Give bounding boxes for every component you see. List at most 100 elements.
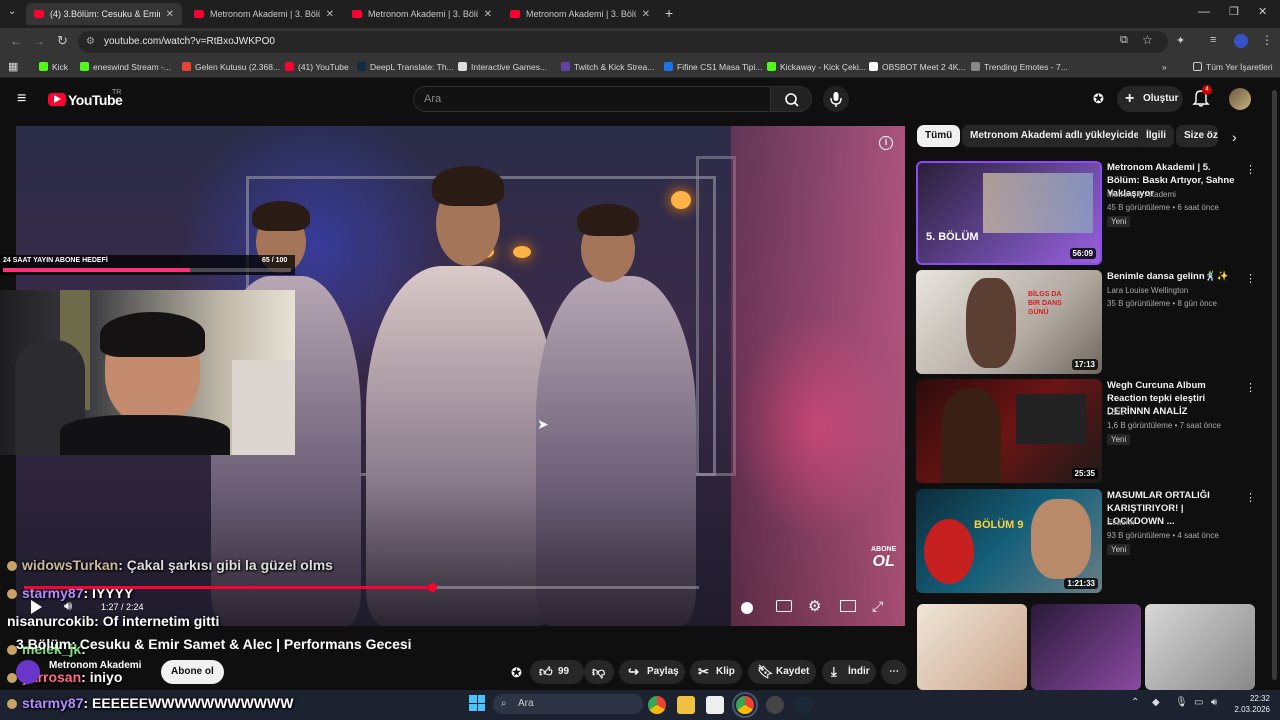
chip-related[interactable]: İlgili (1138, 125, 1174, 147)
recommended-channel[interactable]: Lubz (1107, 408, 1124, 417)
video-thumbnail[interactable]: 5. BÖLÜM 56:09 (916, 161, 1102, 265)
video-thumbnail[interactable]: BİLGS DA BİR DANS GÜNÜ 17:13 (916, 270, 1102, 374)
bookmark-star-icon[interactable]: ☆ (1142, 33, 1153, 47)
browser-menu-icon[interactable]: ⋮ (1261, 33, 1273, 47)
settings-gear-icon[interactable]: ⚙ (808, 597, 821, 615)
bookmark-kick[interactable]: Kick (39, 56, 68, 78)
more-vertical-icon[interactable]: ⋮ (1245, 491, 1256, 504)
short-thumbnail[interactable] (917, 604, 1027, 690)
new-tab-icon[interactable]: + (665, 5, 673, 21)
dislike-button[interactable]: 👎︎ (584, 660, 614, 684)
short-thumbnail[interactable] (1031, 604, 1141, 690)
bookmark-twitch-kick[interactable]: Twitch & Kick Strea... (561, 56, 654, 78)
create-button[interactable]: + Oluştur (1117, 86, 1183, 112)
url-bar[interactable]: ⚙ youtube.com/watch?v=RtBxoJWKPO0 (78, 31, 1168, 53)
tab-search-icon[interactable]: ⌄ (8, 6, 16, 17)
chrome-active-icon[interactable] (732, 692, 758, 718)
bookmark-fifine[interactable]: Fifine CS1 Masa Tipi... (664, 56, 763, 78)
close-tab-icon[interactable]: ✕ (642, 9, 650, 20)
obs-icon[interactable] (766, 696, 784, 714)
chip-all[interactable]: Tümü (917, 125, 961, 147)
account-avatar[interactable] (1229, 88, 1251, 110)
subscribe-watermark[interactable]: ABONE OL (871, 546, 896, 571)
more-actions-button[interactable]: ⋯ (881, 660, 907, 684)
subscribe-button[interactable]: Abone ol (161, 660, 224, 684)
clip-button[interactable]: ✂ Klip (690, 660, 742, 684)
video-thumbnail[interactable]: BÖLÜM 9 1:21:33 (916, 489, 1102, 593)
chevron-right-icon[interactable]: › (1232, 129, 1237, 145)
bookmark-youtube[interactable]: (41) YouTube (285, 56, 349, 78)
tray-volume-icon[interactable]: 🔊︎ (1211, 697, 1217, 708)
like-button[interactable]: 👍︎ 99 (530, 660, 584, 684)
chip-from-uploader[interactable]: Metronom Akademi adlı yükleyiciden (962, 125, 1154, 147)
more-vertical-icon[interactable]: ⋮ (1245, 163, 1256, 176)
close-tab-icon[interactable]: ✕ (326, 9, 334, 20)
share-button[interactable]: ↪ Paylaş (619, 660, 685, 684)
file-explorer-icon[interactable] (677, 696, 695, 714)
more-vertical-icon[interactable]: ⋮ (1245, 381, 1256, 394)
tab-3[interactable]: Metronom Akademi | 3. Bölüm ✕ (344, 3, 500, 25)
channel-avatar[interactable] (16, 660, 40, 684)
apps-grid-icon[interactable]: ▦ (8, 56, 18, 78)
recommended-title[interactable]: Wegh Curcuna Album Reaction tepki eleşti… (1107, 379, 1239, 418)
media-control-icon[interactable]: ≡ (1210, 34, 1216, 46)
more-vertical-icon[interactable]: ⋮ (1245, 272, 1256, 285)
taskbar-search[interactable]: ⌕ Ara (493, 694, 643, 714)
bookmark-interactive-games[interactable]: Interactive Games... (458, 56, 547, 78)
chip-for-you[interactable]: Size öze (1176, 125, 1218, 147)
bookmark-eneswind[interactable]: eneswind Stream -... (80, 56, 171, 78)
channel-name[interactable]: Metronom Akademi (49, 660, 141, 671)
all-bookmarks-folder[interactable]: Tüm Yer İşaretleri (1193, 56, 1273, 78)
recommended-channel[interactable]: Lara Louise Wellington (1107, 286, 1188, 295)
notifications-button[interactable]: 4 (1192, 85, 1212, 108)
play-button-icon[interactable] (31, 600, 42, 614)
tab-4[interactable]: Metronom Akademi | 3. Bölüm ✕ (502, 3, 658, 25)
recommended-channel[interactable]: Metronom Akademi (1107, 190, 1176, 199)
fullscreen-icon[interactable]: ⤢ (872, 598, 883, 615)
taskbar-clock[interactable]: 22:32 2.03.2026 (1230, 693, 1270, 715)
theater-mode-icon[interactable] (840, 600, 856, 612)
recommended-video[interactable]: 5. BÖLÜM 56:09 Metronom Akademi | 5. Böl… (916, 161, 1256, 265)
search-input[interactable]: Ara (413, 86, 770, 112)
autoplay-toggle-icon[interactable] (741, 602, 753, 614)
forward-icon[interactable]: → (33, 34, 45, 48)
close-tab-icon[interactable]: ✕ (484, 9, 492, 20)
search-button[interactable] (770, 86, 812, 112)
install-app-icon[interactable]: ⧉ (1120, 34, 1128, 47)
tab-2[interactable]: Metronom Akademi | 3. Bölüm ✕ (186, 3, 342, 25)
recommended-video[interactable]: 25:35 Wegh Curcuna Album Reaction tepki … (916, 379, 1256, 483)
windows-start-icon[interactable] (469, 695, 485, 711)
hamburger-menu-icon[interactable]: ≡ (17, 90, 26, 108)
close-tab-icon[interactable]: ✕ (166, 9, 174, 20)
premium-icon[interactable]: ✪ (511, 665, 522, 681)
bookmark-trending-emotes[interactable]: Trending Emotes - 7... (971, 56, 1068, 78)
recommended-title[interactable]: Benimle dansa gelinn🕺✨ (1107, 270, 1239, 283)
recommended-video[interactable]: BÖLÜM 9 1:21:33 MASUMLAR ORTALIĞI KARIŞT… (916, 489, 1256, 593)
bookmarks-overflow-icon[interactable]: » (1162, 56, 1167, 78)
info-icon[interactable]: i (879, 136, 893, 150)
progress-scrubber[interactable] (427, 583, 437, 592)
tray-network-icon[interactable]: ▭ (1194, 697, 1203, 708)
tray-chevron-icon[interactable]: ⌃ (1131, 697, 1139, 708)
tab-1[interactable]: (4) 3.Bölüm: Cesuku & Emir Sa ✕ (26, 3, 182, 25)
steam-icon[interactable] (795, 696, 813, 714)
reload-icon[interactable]: ↻ (57, 33, 68, 49)
volume-icon[interactable]: 🔊︎ (64, 598, 72, 614)
cast-premium-icon[interactable]: ✪ (1093, 91, 1104, 107)
bookmark-deepl[interactable]: DeepL Translate: Th... (357, 56, 454, 78)
bookmark-kickaway[interactable]: Kickaway - Kick Çeki... (767, 56, 866, 78)
download-button[interactable]: ⤓ İndir (822, 660, 876, 684)
tray-mic-icon[interactable]: 🎙︎ (1175, 697, 1188, 708)
voice-search-button[interactable] (823, 86, 849, 112)
bookmark-obsbot[interactable]: OBSBOT Meet 2 4K... (869, 56, 965, 78)
video-progress-bar[interactable] (24, 583, 699, 592)
page-scrollbar[interactable] (1272, 90, 1277, 680)
minimize-icon[interactable]: — (1198, 4, 1210, 18)
chrome-icon[interactable] (648, 696, 666, 714)
close-window-icon[interactable]: ✕ (1258, 5, 1267, 18)
restore-icon[interactable]: ❐ (1229, 5, 1239, 18)
profile-avatar[interactable] (1234, 34, 1248, 48)
store-icon[interactable] (706, 696, 724, 714)
back-icon[interactable]: ← (10, 34, 22, 48)
tray-app-icon[interactable]: ◆ (1152, 697, 1160, 708)
